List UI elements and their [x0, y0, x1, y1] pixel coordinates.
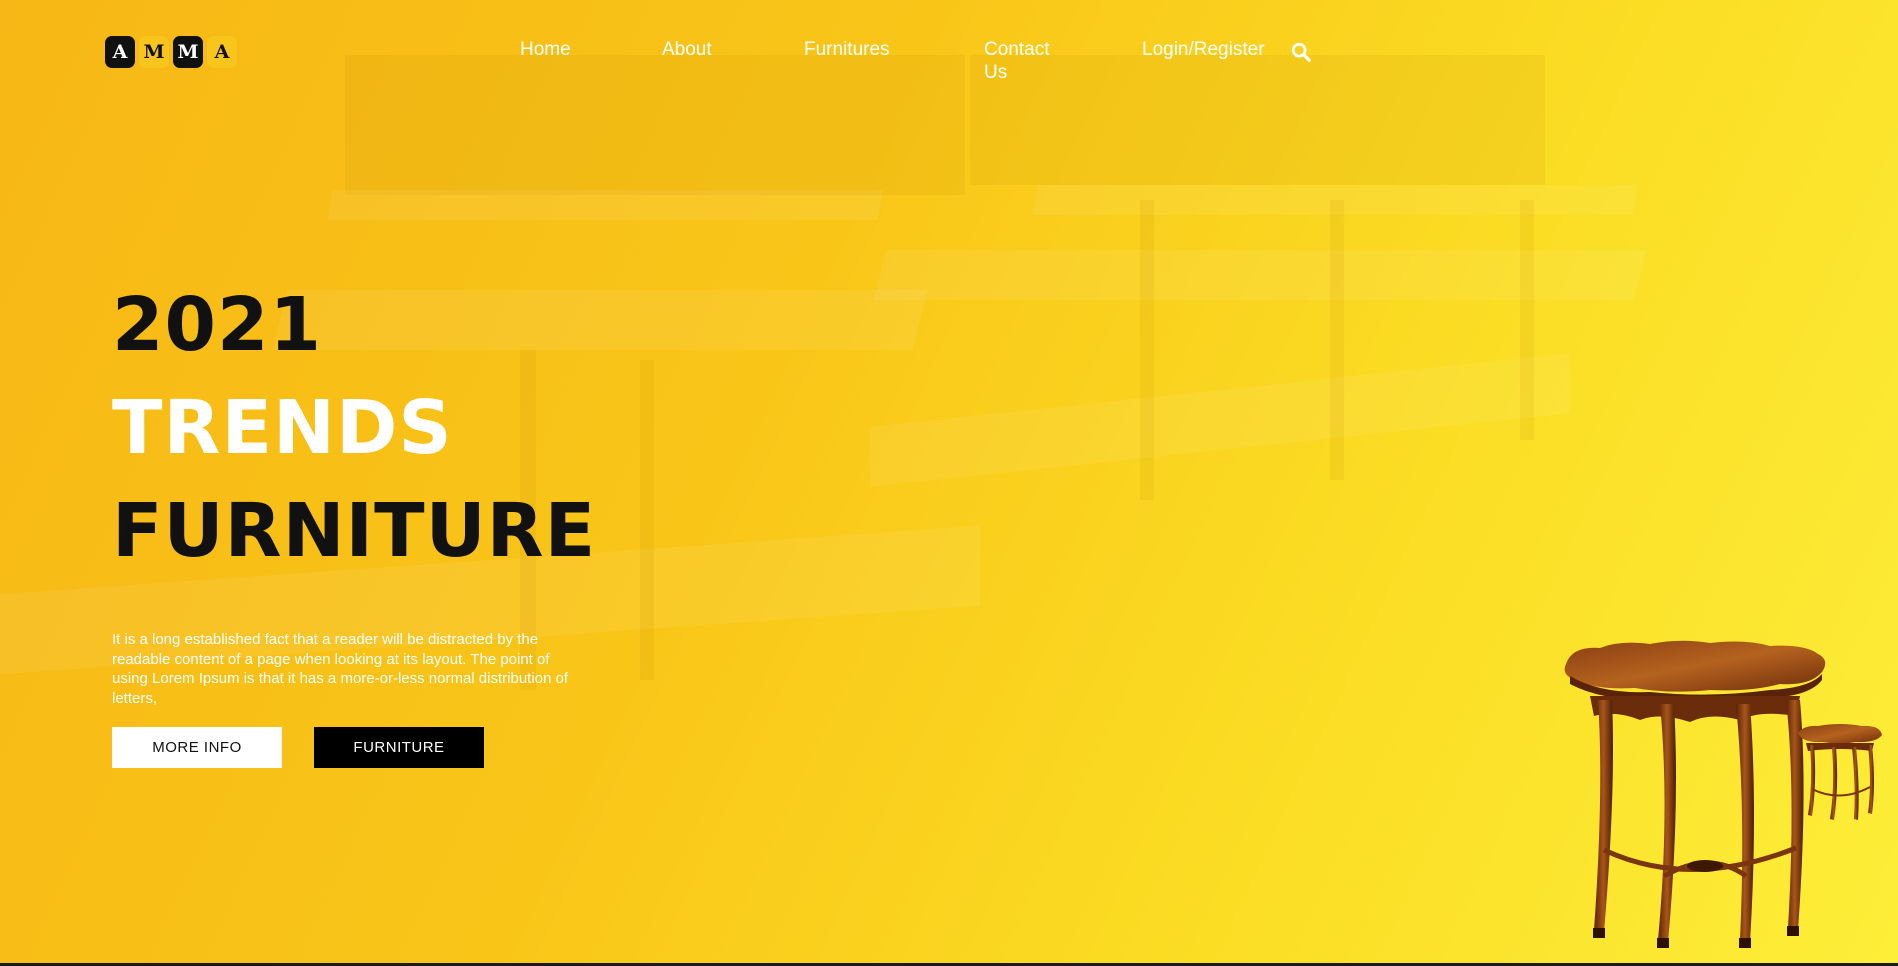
bg-desk-shape — [272, 290, 928, 350]
logo-letter: M — [173, 36, 203, 68]
hero-heading-furniture: FURNITURE — [112, 488, 597, 574]
bg-leg-shape — [1520, 200, 1534, 440]
hero-section: A M M A Home About Furnitures Contact Us… — [0, 0, 1898, 966]
furniture-button[interactable]: FURNITURE — [314, 727, 484, 768]
bg-desk-shape — [327, 190, 883, 220]
nav-link-home[interactable]: Home — [520, 38, 571, 61]
logo-letter: M — [139, 36, 169, 68]
nav-link-furnitures[interactable]: Furnitures — [804, 38, 890, 61]
nav-link-login-register[interactable]: Login/Register — [1142, 38, 1265, 61]
hero-heading-year: 2021 — [112, 282, 322, 368]
logo-letter: A — [207, 36, 237, 68]
nav-link-about[interactable]: About — [662, 38, 712, 61]
bg-leg-shape — [1330, 200, 1344, 480]
more-info-button[interactable]: MORE INFO — [112, 727, 282, 768]
brand-logo[interactable]: A M M A — [105, 36, 237, 68]
bg-desk-shape — [870, 353, 1570, 487]
bg-board-shape — [345, 55, 965, 195]
logo-letter: A — [105, 36, 135, 68]
hero-heading-trends: TRENDS — [112, 385, 453, 471]
search-icon[interactable] — [1290, 41, 1312, 63]
bg-leg-shape — [640, 360, 654, 680]
small-wooden-table-image — [1798, 724, 1882, 820]
nav-link-contact[interactable]: Contact Us — [984, 38, 1064, 84]
hero-description: It is a long established fact that a rea… — [112, 631, 569, 707]
bg-leg-shape — [1140, 200, 1154, 500]
